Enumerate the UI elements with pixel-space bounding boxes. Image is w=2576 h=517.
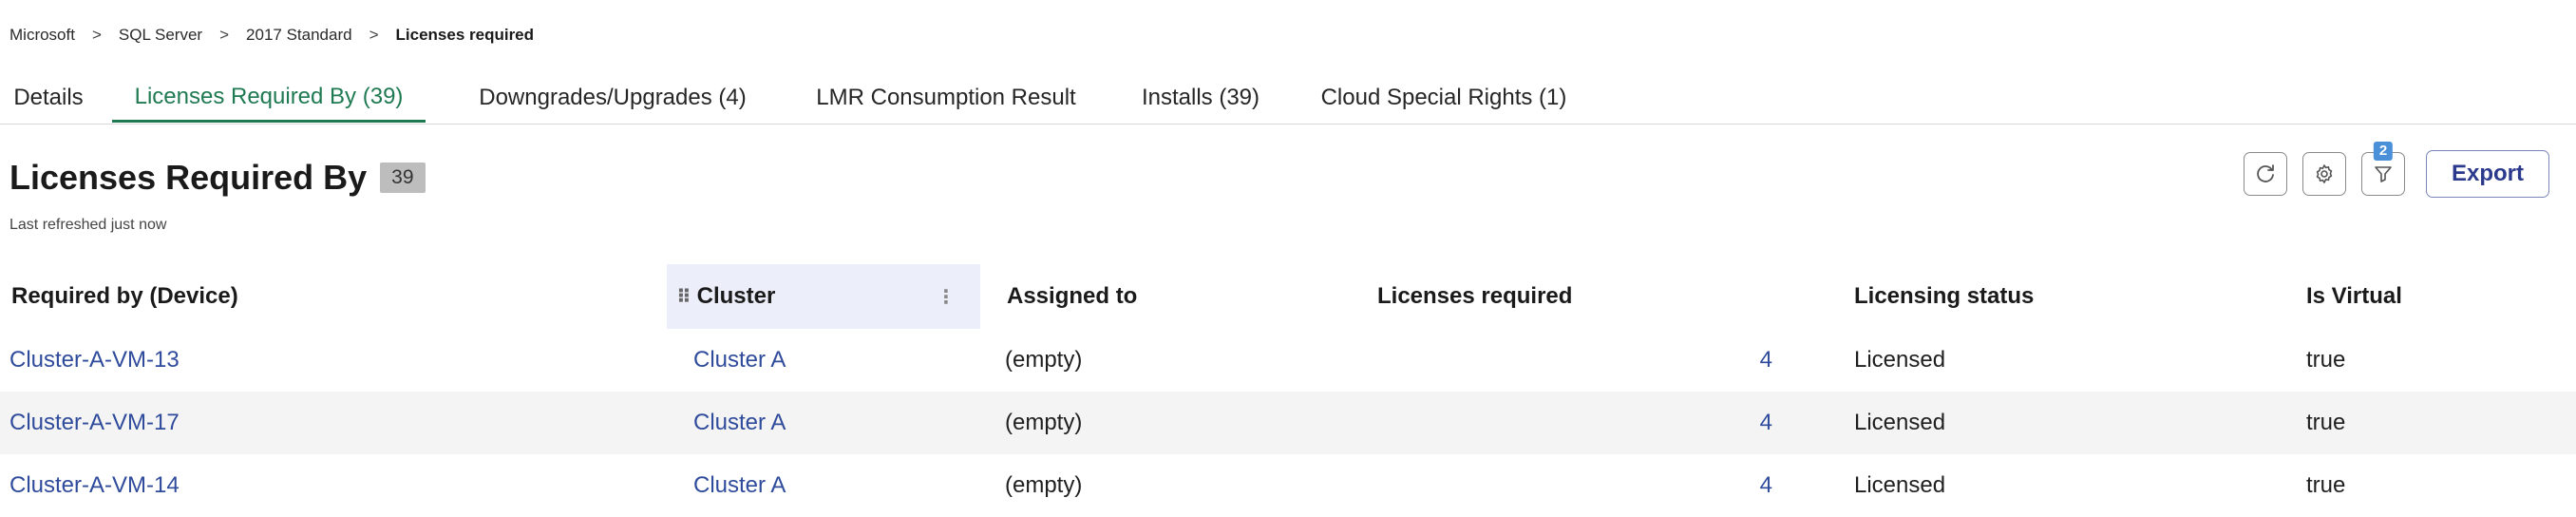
page-title: Licenses Required By [9,158,368,197]
licenses-required-value[interactable]: 4 [1377,454,1772,517]
breadcrumb-item-microsoft[interactable]: Microsoft [9,26,75,45]
device-link[interactable]: Cluster-A-VM-13 [9,329,180,392]
table-header: Required by (Device) ⠿ Cluster ⋮ Assigne… [0,264,2576,329]
breadcrumb-separator: > [91,26,102,44]
table-row: Cluster-A-VM-14 Cluster A (empty) 4 Lice… [0,454,2576,517]
filter-count-badge: 2 [2373,142,2394,161]
gear-icon [2316,164,2333,183]
is-virtual-value: true [2306,410,2346,435]
assigned-to-value: (empty) [1005,410,1083,435]
is-virtual-value: true [2306,347,2346,373]
tab-licenses-required-by[interactable]: Licenses Required By (39) [112,74,426,123]
tab-cloud-special-rights[interactable]: Cloud Special Rights (1) [1301,74,1586,122]
column-header-licenses-required[interactable]: Licenses required [1377,264,1572,329]
breadcrumb-current: Licenses required [395,26,535,44]
licenses-required-value[interactable]: 4 [1377,392,1772,454]
cluster-link[interactable]: Cluster A [693,392,786,454]
tab-installs[interactable]: Installs (39) [1123,74,1279,122]
export-button[interactable]: Export [2425,150,2549,198]
settings-button[interactable] [2301,152,2346,196]
toolbar: 2 Export [2243,142,2549,198]
column-menu-icon[interactable]: ⋮ [937,264,956,329]
filter-icon [2375,166,2392,182]
licensing-status-value: Licensed [1854,472,1946,498]
cluster-link[interactable]: Cluster A [693,454,786,517]
breadcrumb-item-2017-standard[interactable]: 2017 Standard [246,26,352,45]
table-row: Cluster-A-VM-13 Cluster A (empty) 4 Lice… [0,329,2576,392]
assigned-to-value: (empty) [1005,347,1083,373]
count-badge: 39 [380,163,426,193]
breadcrumb-separator: > [219,26,230,44]
drag-handle-icon[interactable]: ⠿ [676,285,691,309]
is-virtual-value: true [2306,472,2346,498]
refresh-button[interactable] [2243,152,2287,196]
device-link[interactable]: Cluster-A-VM-14 [9,454,180,517]
refresh-icon [2257,164,2274,182]
breadcrumb-item-sql-server[interactable]: SQL Server [119,26,202,45]
filter-button[interactable]: 2 [2360,142,2405,196]
tab-downgrades-upgrades[interactable]: Downgrades/Upgrades (4) [456,74,769,122]
column-header-cluster[interactable]: ⠿ Cluster ⋮ [667,264,980,329]
column-header-licensing-status[interactable]: Licensing status [1854,264,2034,329]
column-header-assigned-to[interactable]: Assigned to [1007,264,1137,329]
tab-bar: Details Licenses Required By (39) Downgr… [0,74,2576,124]
device-link[interactable]: Cluster-A-VM-17 [9,392,180,454]
licensing-status-value: Licensed [1854,347,1946,373]
column-header-cluster-label: Cluster [696,283,776,309]
column-header-is-virtual[interactable]: Is Virtual [2306,264,2402,329]
column-header-device[interactable]: Required by (Device) [11,264,238,329]
tab-lmr-consumption-result[interactable]: LMR Consumption Result [794,74,1098,122]
cluster-link[interactable]: Cluster A [693,329,786,392]
table-row: Cluster-A-VM-17 Cluster A (empty) 4 Lice… [0,392,2576,454]
licenses-required-value[interactable]: 4 [1377,329,1772,392]
assigned-to-value: (empty) [1005,472,1083,498]
tab-details[interactable]: Details [0,74,97,122]
breadcrumb-separator: > [369,26,379,44]
licensing-status-value: Licensed [1854,410,1946,435]
breadcrumb: Microsoft > SQL Server > 2017 Standard >… [9,21,534,49]
last-refreshed-text: Last refreshed just now [9,217,167,233]
section-header: Licenses Required By 39 [9,154,426,201]
